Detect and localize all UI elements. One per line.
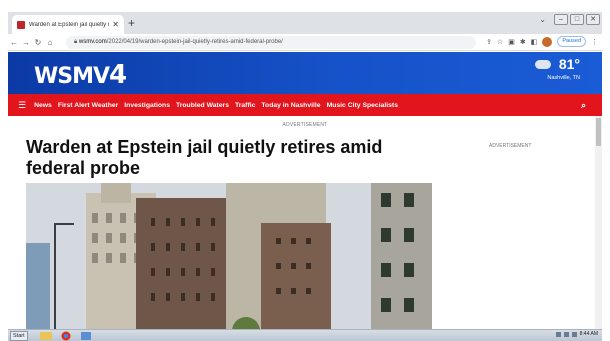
minimize-button[interactable]: – xyxy=(554,14,568,25)
jail-building-photo xyxy=(26,183,432,333)
site-logo[interactable]: WSMV4 xyxy=(34,60,127,90)
page-scrollbar[interactable] xyxy=(595,116,602,338)
scrollbar-thumb[interactable] xyxy=(596,118,601,146)
article-photo[interactable] xyxy=(26,183,432,333)
menu-kebab-icon[interactable]: ⋮ xyxy=(591,38,598,46)
extension-icon[interactable]: ▣ xyxy=(508,38,515,46)
logo-text: WSMV xyxy=(34,64,110,89)
nav-item-traffic[interactable]: Traffic xyxy=(235,102,255,109)
back-arrow-icon[interactable]: ← xyxy=(8,38,20,47)
forward-arrow-icon[interactable]: → xyxy=(20,38,32,47)
maximize-button[interactable]: □ xyxy=(570,14,584,25)
close-window-button[interactable]: ✕ xyxy=(586,14,600,25)
reload-icon[interactable]: ↻ xyxy=(32,38,44,47)
nav-item-news[interactable]: News xyxy=(34,102,52,109)
main-nav: ☰ News First Alert Weather Investigation… xyxy=(8,94,602,116)
window-controls: ⌄ – □ ✕ xyxy=(539,14,600,25)
url-path: /2022/04/19/warden-epstein-jail-quietly-… xyxy=(106,39,283,45)
profile-avatar[interactable] xyxy=(542,36,553,47)
browser-toolbar: ← → ↻ ⌂ 🔒︎ wsmv.com/2022/04/19/warden-ep… xyxy=(8,34,602,51)
site-favicon-icon xyxy=(17,20,25,29)
tab-search-chevron-icon[interactable]: ⌄ xyxy=(539,15,546,24)
nav-item-troubled-waters[interactable]: Troubled Waters xyxy=(176,102,229,109)
nav-item-first-alert-weather[interactable]: First Alert Weather xyxy=(58,102,118,109)
address-bar[interactable]: 🔒︎ wsmv.com/2022/04/19/warden-epstein-ja… xyxy=(66,36,476,49)
nav-item-today-in-nashville[interactable]: Today in Nashville xyxy=(261,102,320,109)
advertisement-label-top: ADVERTISEMENT xyxy=(282,122,328,128)
article-headline: Warden at Epstein jail quietly retires a… xyxy=(26,137,383,178)
sidebar-icon[interactable]: ◧ xyxy=(531,38,538,46)
extensions-puzzle-icon[interactable]: ✱ xyxy=(520,38,526,46)
browser-tab[interactable]: Warden at Epstein jail quietly retire ✕ xyxy=(12,15,124,34)
toolbar-icons: ⇪ ☆ ▣ ✱ ◧ Paused ⋮ xyxy=(486,36,598,47)
weather-widget[interactable]: 81° Nashville, TN xyxy=(535,56,580,81)
weather-location: Nashville, TN xyxy=(547,75,580,81)
tray-app-icon[interactable] xyxy=(571,331,577,337)
app-icon[interactable] xyxy=(78,330,94,341)
start-button[interactable]: Start xyxy=(10,331,28,341)
partly-cloudy-icon xyxy=(535,60,552,70)
new-tab-button[interactable]: + xyxy=(128,17,135,29)
sync-paused-badge[interactable]: Paused xyxy=(557,36,586,47)
logo-number: 4 xyxy=(109,60,127,90)
tray-network-icon[interactable] xyxy=(555,331,561,337)
close-tab-icon[interactable]: ✕ xyxy=(112,20,119,29)
system-tray: 8:44 AM xyxy=(555,331,598,337)
browser-window: Warden at Epstein jail quietly retire ✕ … xyxy=(8,12,602,341)
share-icon[interactable]: ⇪ xyxy=(486,38,492,46)
tab-strip: Warden at Epstein jail quietly retire ✕ … xyxy=(8,12,602,34)
tray-volume-icon[interactable] xyxy=(563,331,569,337)
url-host: wsmv.com xyxy=(78,39,107,45)
tray-clock[interactable]: 8:44 AM xyxy=(580,331,598,337)
chrome-icon[interactable] xyxy=(58,330,74,341)
os-taskbar: Start 8:44 AM xyxy=(8,329,602,341)
site-header: WSMV4 81° Nashville, TN xyxy=(8,52,602,94)
weather-temp: 81° xyxy=(558,56,580,72)
file-explorer-icon[interactable] xyxy=(38,330,54,341)
nav-item-investigations[interactable]: Investigations xyxy=(124,102,170,109)
tab-title: Warden at Epstein jail quietly retire xyxy=(29,21,109,28)
bookmark-star-icon[interactable]: ☆ xyxy=(497,38,503,46)
nav-item-music-city-specialists[interactable]: Music City Specialists xyxy=(327,102,398,109)
home-icon[interactable]: ⌂ xyxy=(44,38,56,47)
search-icon[interactable]: ⌕ xyxy=(581,100,586,111)
advertisement-label-right: ADVERTISEMENT xyxy=(489,143,532,149)
hamburger-menu-icon[interactable]: ☰ xyxy=(18,100,26,111)
